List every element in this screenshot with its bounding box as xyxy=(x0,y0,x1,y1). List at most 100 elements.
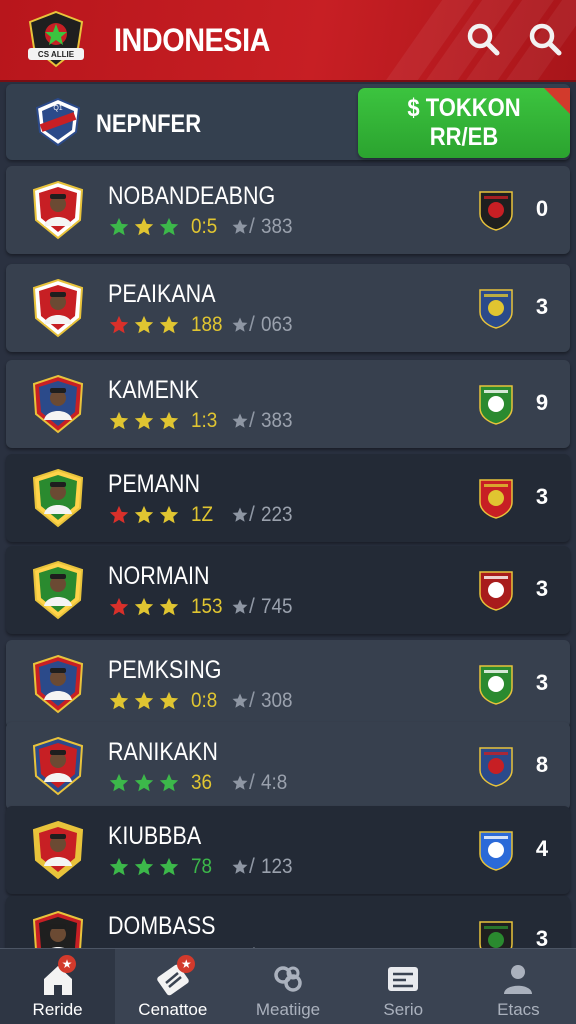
player-avatar-icon xyxy=(32,560,84,620)
star-icon xyxy=(134,857,154,876)
star-icon xyxy=(109,597,129,616)
star-icon xyxy=(159,773,179,792)
player-name: PEMKSING xyxy=(108,656,222,684)
team-label: NEPNFER xyxy=(96,110,202,138)
player-sub-stat: 4:8 xyxy=(260,771,288,794)
rating-separator: / xyxy=(231,595,255,619)
player-avatar-icon xyxy=(32,468,84,528)
club-crest-icon xyxy=(479,289,513,329)
nav-item-ticket[interactable]: ★ Cenattoe xyxy=(115,949,230,1024)
nav-item-keyboard[interactable]: Serio xyxy=(346,949,461,1024)
star-icon xyxy=(134,505,154,524)
player-row[interactable]: PEMANN 1Z / 223 3 xyxy=(6,454,570,542)
player-rating: 0:8 xyxy=(191,689,218,712)
player-sub-stat: 745 xyxy=(260,595,293,618)
user-icon xyxy=(504,965,533,994)
player-name: RANIKAKN xyxy=(108,738,218,766)
token-button[interactable]: $ TOKKON RR/EB xyxy=(358,88,570,158)
player-name: NOBANDEABNG xyxy=(108,182,276,210)
star-icon xyxy=(134,773,154,792)
nav-item-profile[interactable]: Etacs xyxy=(461,949,576,1024)
rating-separator: / xyxy=(231,313,255,337)
club-crest-icon xyxy=(479,747,513,787)
player-stats: 1:3 / 383 xyxy=(108,408,296,434)
club-crest-icon xyxy=(479,831,513,871)
player-rating: 1:3 xyxy=(191,409,218,432)
player-sub-stat: 123 xyxy=(260,855,293,878)
player-row[interactable]: KIUBBBA 78 / 123 4 xyxy=(6,806,570,894)
star-icon xyxy=(232,317,248,332)
player-score: 0 xyxy=(535,196,549,221)
player-name: NORMAIN xyxy=(108,562,210,590)
player-stats: 153 / 745 xyxy=(108,594,296,620)
token-button-label: $ TOKKON RR/EB xyxy=(407,94,521,151)
keyboard-icon xyxy=(388,967,419,991)
player-row[interactable]: PEMKSING 0:8 / 308 3 xyxy=(6,640,570,728)
star-icon xyxy=(134,691,154,710)
search-icon[interactable] xyxy=(464,20,502,58)
star-icon xyxy=(109,217,129,236)
player-stats: 0:8 / 308 xyxy=(108,688,296,714)
star-icon xyxy=(109,857,129,876)
player-stats: 36 / 4:8 xyxy=(108,770,290,796)
star-icon xyxy=(232,775,248,790)
player-avatar-icon xyxy=(32,180,84,240)
player-sub-stat: 308 xyxy=(260,689,293,712)
player-avatar-icon xyxy=(32,820,84,880)
player-score: 3 xyxy=(535,670,549,695)
player-row[interactable]: RANIKAKN 36 / 4:8 8 xyxy=(6,722,570,810)
player-score: 3 xyxy=(535,294,549,319)
player-sub-stat: 383 xyxy=(260,215,293,238)
nav-label: Serio xyxy=(383,1000,424,1019)
player-sub-stat: 223 xyxy=(260,503,293,526)
nav-item-home[interactable]: ★ Reride xyxy=(0,949,116,1024)
player-stats: 78 / 123 xyxy=(108,854,296,880)
player-name: KIUBBBA xyxy=(108,822,202,850)
player-rating: 1Z xyxy=(191,503,214,526)
page-title: INDONESIA xyxy=(114,22,270,58)
rating-separator: / xyxy=(231,409,255,433)
star-icon xyxy=(109,505,129,524)
club-crest-icon[interactable]: CS ALLIE xyxy=(24,8,88,70)
player-score: 8 xyxy=(535,752,549,777)
search-icon[interactable] xyxy=(526,20,564,58)
player-avatar-icon xyxy=(32,654,84,714)
nav-label: Meatiige xyxy=(255,1000,321,1019)
rating-separator: / xyxy=(231,503,255,527)
star-icon xyxy=(109,691,129,710)
player-rating: 188 xyxy=(191,313,223,336)
star-icon xyxy=(159,691,179,710)
star-icon xyxy=(159,315,179,334)
star-icon xyxy=(109,315,129,334)
player-row[interactable]: PEAIKANA 188 / 063 3 xyxy=(6,264,570,352)
app-header: CS ALLIE INDONESIA xyxy=(0,0,576,82)
star-icon xyxy=(134,597,154,616)
player-rating: 153 xyxy=(191,595,223,618)
link-icon xyxy=(274,966,302,992)
team-summary-row[interactable]: Q1 NEPNFER $ TOKKON RR/EB xyxy=(6,84,570,160)
player-row[interactable]: NORMAIN 153 / 745 3 xyxy=(6,546,570,634)
club-crest-icon xyxy=(479,479,513,519)
rating-separator: / xyxy=(231,771,255,795)
star-icon xyxy=(159,597,179,616)
star-icon xyxy=(232,693,248,708)
nav-label: Cenattoe xyxy=(138,1000,208,1019)
nav-item-link[interactable]: Meatiige xyxy=(230,949,345,1024)
player-row[interactable]: NOBANDEABNG 0:5 / 383 0 xyxy=(6,166,570,254)
star-icon xyxy=(134,217,154,236)
player-name: PEAIKANA xyxy=(108,280,216,308)
player-row[interactable]: KAMENK 1:3 / 383 9 xyxy=(6,360,570,448)
player-avatar-icon xyxy=(32,736,84,796)
star-icon xyxy=(232,413,248,428)
notification-badge: ★ xyxy=(177,955,196,973)
star-icon xyxy=(109,773,129,792)
star-icon xyxy=(159,505,179,524)
nav-label: Reride xyxy=(32,1000,83,1019)
player-score: 4 xyxy=(535,836,549,861)
star-icon xyxy=(159,411,179,430)
player-name: PEMANN xyxy=(108,470,200,498)
rating-separator: / xyxy=(231,689,255,713)
player-score: 3 xyxy=(535,484,549,509)
club-crest-icon xyxy=(479,385,513,425)
player-name: KAMENK xyxy=(108,376,199,404)
